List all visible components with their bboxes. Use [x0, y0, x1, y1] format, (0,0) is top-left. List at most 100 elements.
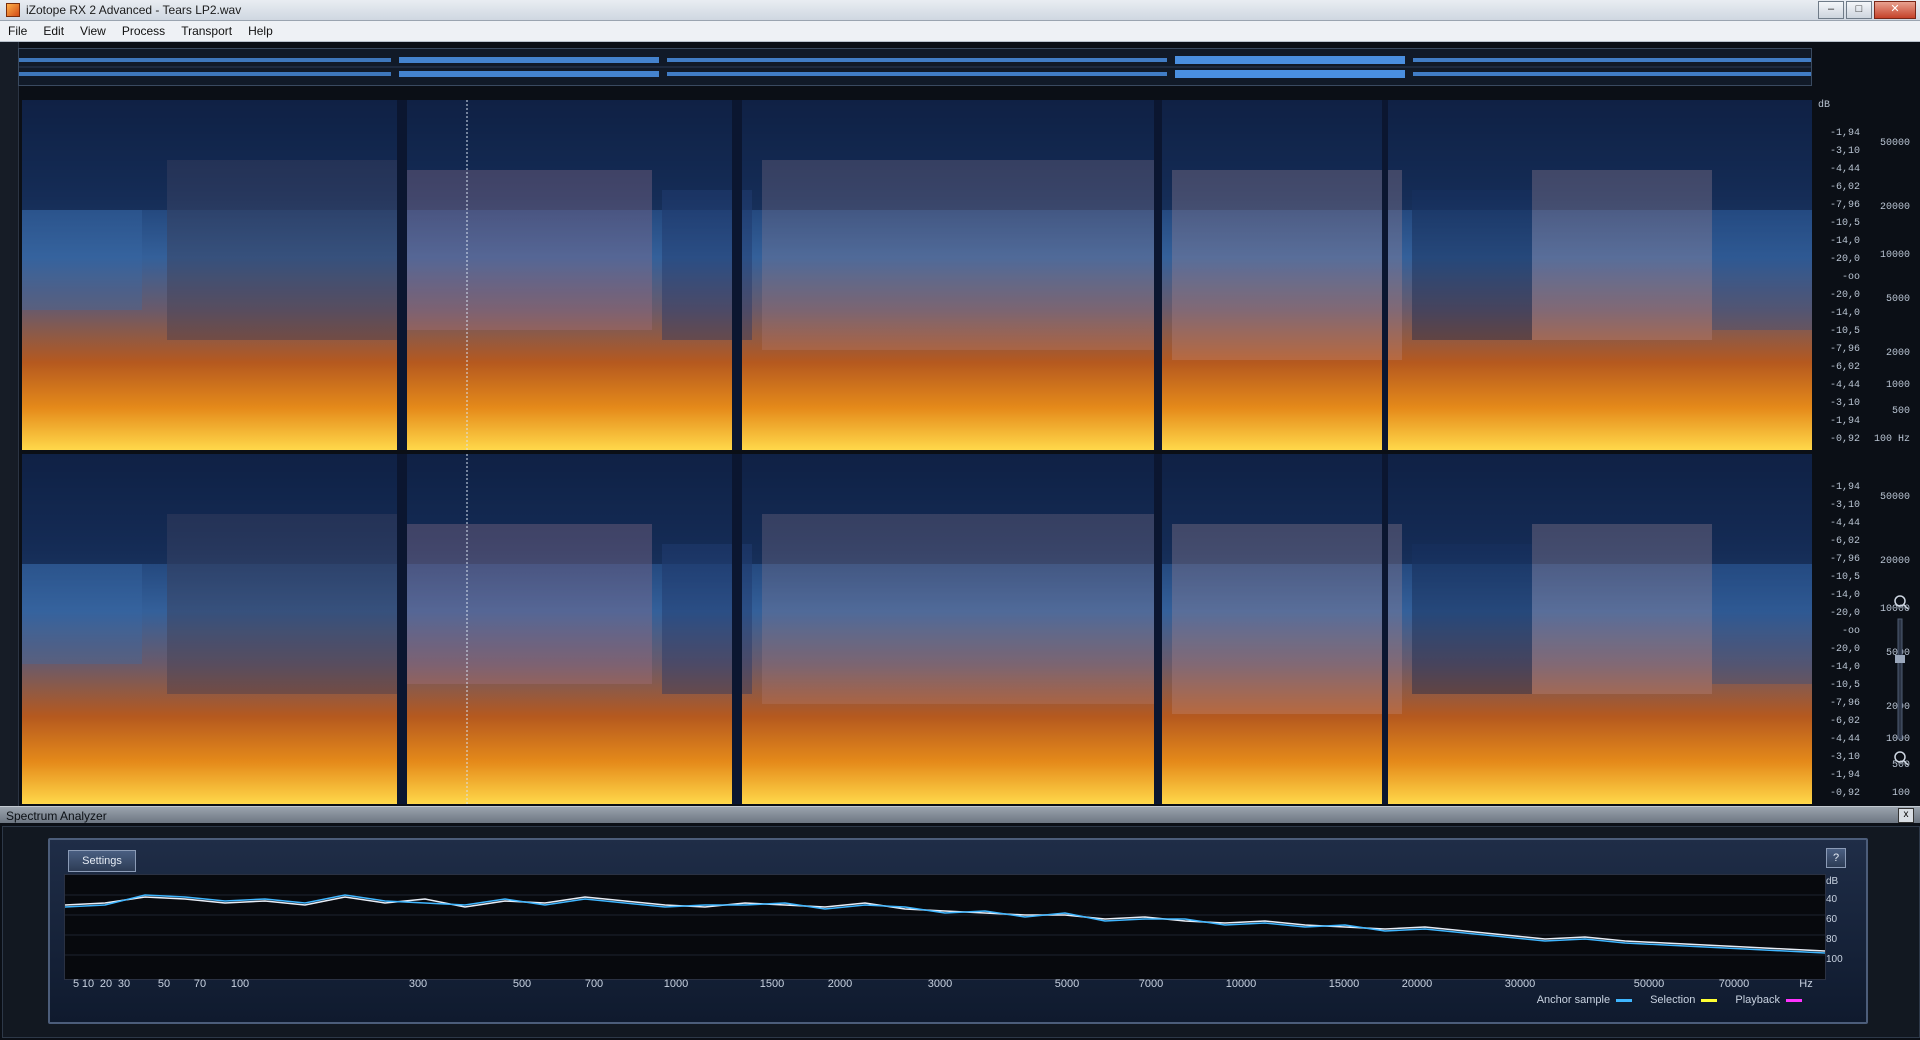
x-tick: 10 [81, 978, 95, 990]
db-label: dB [1818, 100, 1831, 111]
x-tick: 30000 [1504, 978, 1536, 990]
zoom-slider[interactable] [1895, 618, 1905, 740]
legend-label: Selection [1650, 994, 1696, 1006]
db-tick: -1,94 [1829, 128, 1860, 139]
menu-bar: File Edit View Process Transport Help [0, 21, 1920, 42]
app-icon [6, 3, 20, 17]
db-tick: -oo [1841, 626, 1860, 637]
x-tick: 50000 [1633, 978, 1665, 990]
left-strip [0, 42, 19, 810]
db-tick: -20,0 [1829, 644, 1860, 655]
db-tick: -1,94 [1829, 482, 1860, 493]
db-tick: -20,0 [1829, 290, 1860, 301]
legend-playback: Playback [1735, 994, 1802, 1006]
spectrum-plot-svg [64, 894, 1826, 956]
hz-tick: 20000 [1879, 556, 1910, 567]
db-tick: -4,44 [1829, 734, 1860, 745]
x-tick: 7000 [1138, 978, 1164, 990]
db-tick: -4,44 [1829, 380, 1860, 391]
y-tick: 40 [1826, 894, 1838, 905]
spectrum-x-axis: 5 10 20 30 50 70 100 300 500 700 1000 15… [64, 978, 1824, 992]
analyzer-title: Spectrum Analyzer [6, 809, 107, 823]
db-tick: -4,44 [1829, 518, 1860, 529]
menu-transport[interactable]: Transport [173, 24, 240, 38]
db-tick: -10,5 [1829, 218, 1860, 229]
x-tick: Hz [1799, 978, 1813, 990]
maximize-button[interactable]: □ [1846, 1, 1872, 19]
hz-tick: 500 [1891, 406, 1910, 417]
hz-scale-1: 50000 20000 10000 5000 2000 1000 500 100… [1860, 100, 1910, 450]
zoom-controls [1888, 585, 1912, 785]
legend-swatch [1616, 998, 1633, 1002]
x-tick: 5000 [1054, 978, 1080, 990]
x-tick: 500 [512, 978, 532, 990]
db-tick: -1,94 [1829, 770, 1860, 781]
hz-tick: 5000 [1885, 294, 1910, 305]
analyzer-title-bar: Spectrum Analyzer x [0, 806, 1920, 823]
window-title: iZotope RX 2 Advanced - Tears LP2.wav [26, 3, 242, 17]
db-tick: -6,02 [1829, 536, 1860, 547]
waveform-overview[interactable] [18, 48, 1812, 86]
spectrum-anchor-line [64, 894, 1826, 954]
x-tick: 1000 [663, 978, 689, 990]
x-tick: 15000 [1328, 978, 1360, 990]
x-tick: 50 [157, 978, 171, 990]
x-tick: 10000 [1225, 978, 1257, 990]
zoom-in-icon[interactable] [1894, 595, 1909, 610]
x-tick: 100 [230, 978, 250, 990]
menu-view[interactable]: View [72, 24, 114, 38]
legend-swatch [1701, 998, 1718, 1002]
hz-tick: 2000 [1885, 348, 1910, 359]
settings-button[interactable]: Settings [68, 850, 136, 872]
title-bar: iZotope RX 2 Advanced - Tears LP2.wav – … [0, 0, 1920, 21]
menu-process[interactable]: Process [114, 24, 173, 38]
db-tick: -7,96 [1829, 698, 1860, 709]
db-tick: -6,02 [1829, 362, 1860, 373]
legend-swatch [1786, 998, 1802, 1002]
db-tick: -3,10 [1829, 146, 1860, 157]
db-scale-1: dB -1,94 -3,10 -4,44 -6,02 -7,96 -10,5 -… [1812, 100, 1860, 450]
spectrum-plot [64, 874, 1826, 980]
spectrum-selection-line [64, 896, 1826, 952]
db-tick: -6,02 [1829, 716, 1860, 727]
spectrogram-overlay-2 [22, 454, 1812, 804]
db-tick: -3,10 [1829, 752, 1860, 763]
db-tick: -10,5 [1829, 326, 1860, 337]
legend-anchor: Anchor sample [1537, 994, 1633, 1006]
db-tick: -20,0 [1829, 608, 1860, 619]
y-tick: 80 [1826, 934, 1838, 945]
db-tick: -3,10 [1829, 398, 1860, 409]
db-tick: -20,0 [1829, 254, 1860, 265]
analyzer-close-button[interactable]: x [1898, 808, 1914, 823]
spectrogram-channel-1[interactable] [22, 100, 1812, 450]
db-tick: -6,02 [1829, 182, 1860, 193]
x-tick: 1500 [759, 978, 785, 990]
x-tick: 70 [193, 978, 207, 990]
minimize-button[interactable]: – [1818, 1, 1844, 19]
db-tick: -10,5 [1829, 572, 1860, 583]
x-tick: 700 [584, 978, 604, 990]
zoom-out-icon[interactable] [1894, 751, 1909, 766]
legend-label: Playback [1735, 994, 1780, 1006]
db-tick: -14,0 [1829, 236, 1860, 247]
spectrogram-channel-2[interactable] [22, 454, 1812, 804]
overview-waveform [19, 49, 1811, 85]
menu-edit[interactable]: Edit [35, 24, 72, 38]
hz-tick: 20000 [1879, 202, 1910, 213]
db-tick: -0,92 [1829, 788, 1860, 799]
close-button[interactable]: ✕ [1874, 1, 1916, 19]
x-tick: 2000 [827, 978, 853, 990]
y-label: dB [1826, 876, 1839, 887]
hz-tick: 50000 [1879, 138, 1910, 149]
hz-tick: 100 Hz [1873, 434, 1910, 445]
hz-tick: 100 [1891, 788, 1910, 799]
x-tick: 20 [99, 978, 113, 990]
menu-file[interactable]: File [0, 24, 35, 38]
x-tick: 300 [408, 978, 428, 990]
y-tick: 60 [1826, 914, 1838, 925]
db-tick: -oo [1841, 272, 1860, 283]
help-button[interactable]: ? [1826, 848, 1846, 868]
menu-help[interactable]: Help [240, 24, 281, 38]
db-tick: -4,44 [1829, 164, 1860, 175]
db-tick: -0,92 [1829, 434, 1860, 445]
